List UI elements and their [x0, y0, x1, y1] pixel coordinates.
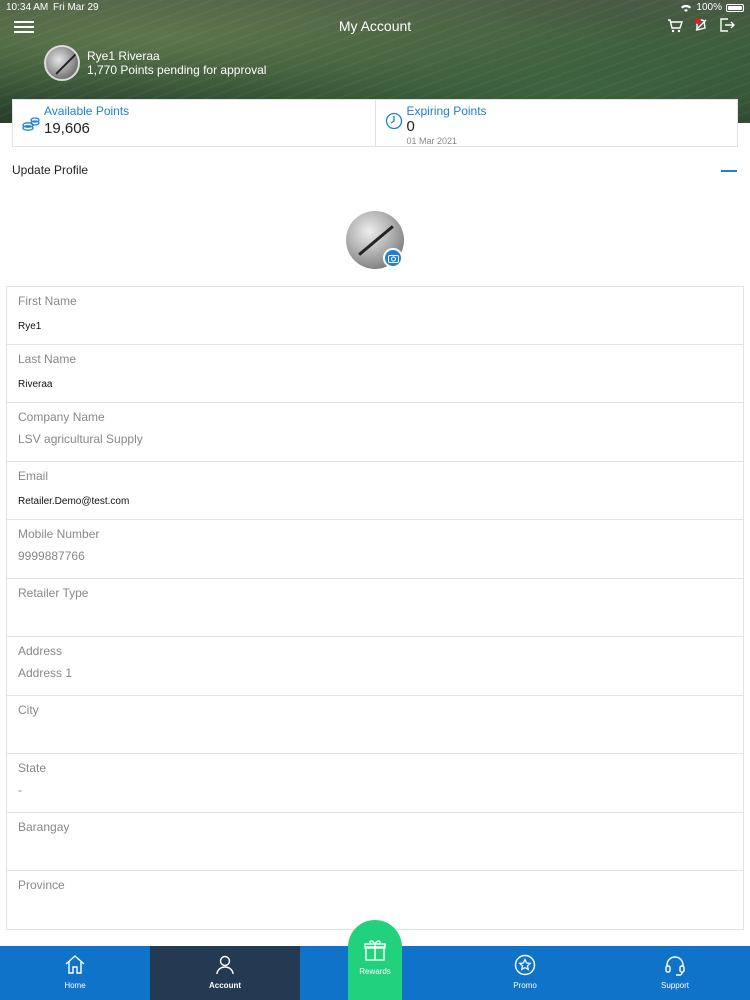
camera-button[interactable] — [383, 248, 403, 268]
section-title: Update Profile — [12, 163, 89, 177]
nav-label: Support — [660, 981, 690, 990]
headset-icon — [665, 956, 685, 976]
battery-percent: 100% — [696, 2, 722, 13]
pending-points-text: 1,770 Points pending for approval — [87, 63, 267, 77]
field-label: Mobile Number — [18, 527, 100, 541]
gift-icon — [364, 940, 386, 961]
first-name-input[interactable] — [18, 321, 718, 332]
mobile-number-value: 9999887766 — [18, 549, 85, 563]
available-points-label: Available Points — [44, 104, 130, 118]
retailer-type-field[interactable]: Retailer Type — [6, 578, 744, 637]
mobile-number-field: Mobile Number 9999887766 — [6, 520, 744, 579]
company-name-value: LSV agricultural Supply — [18, 432, 143, 446]
timer-icon — [385, 112, 402, 130]
profile-summary: Rye1 Riveraa 1,770 Points pending for ap… — [44, 45, 266, 81]
nav-rewards[interactable]: Rewards — [348, 920, 402, 1000]
wifi-icon — [681, 4, 692, 12]
user-icon — [216, 955, 234, 975]
status-time: 10:34 AM — [6, 2, 49, 13]
logout-icon[interactable] — [718, 16, 736, 34]
field-label: City — [18, 702, 39, 717]
collapse-button[interactable] — [721, 170, 737, 172]
home-icon — [65, 955, 85, 974]
nav-account[interactable]: Account — [150, 946, 300, 1000]
nav-promo[interactable]: Promo — [450, 946, 600, 1000]
email-input[interactable] — [18, 495, 718, 507]
available-points-value: 19,606 — [44, 120, 90, 137]
barangay-field[interactable]: Barangay — [6, 812, 744, 871]
field-label: First Name — [18, 294, 77, 308]
points-card: Available Points 19,606 Expiring Points … — [12, 99, 738, 147]
status-date: Fri Mar 29 — [53, 2, 99, 13]
avatar — [44, 45, 80, 81]
last-name-field: Last Name — [6, 344, 744, 403]
nav-support[interactable]: Support — [600, 946, 750, 1000]
field-label: Province — [18, 878, 65, 892]
profile-form: First Name Last Name Company Name LSV ag… — [6, 286, 744, 930]
star-badge-icon — [514, 954, 536, 976]
field-label: State — [18, 761, 47, 775]
nav-label: Promo — [513, 981, 537, 990]
first-name-field: First Name — [6, 286, 744, 345]
address-value: Address 1 — [18, 666, 73, 680]
field-label: Address — [18, 644, 63, 658]
profile-name: Rye1 Riveraa — [87, 49, 160, 63]
field-label: Retailer Type — [18, 585, 89, 600]
field-label: Company Name — [18, 410, 105, 424]
address-field: Address Address 1 — [6, 637, 744, 696]
state-value: - — [18, 783, 22, 797]
expiring-points: Expiring Points 0 01 Mar 2021 — [374, 100, 738, 146]
status-right: 100% — [680, 2, 744, 13]
battery-icon — [726, 3, 744, 12]
page-title: My Account — [338, 18, 412, 34]
available-points: Available Points 19,606 — [13, 100, 375, 146]
cart-icon[interactable] — [666, 16, 684, 34]
last-name-input[interactable] — [18, 378, 718, 390]
nav-label: Rewards — [359, 967, 391, 976]
coins-icon — [22, 117, 40, 131]
expiring-points-date: 01 Mar 2021 — [406, 136, 458, 146]
city-field[interactable]: City — [6, 695, 744, 754]
nav-label: Home — [64, 981, 86, 990]
field-label: Last Name — [18, 351, 77, 366]
header-actions — [666, 16, 736, 34]
nav-label: Account — [209, 981, 241, 990]
camera-icon — [387, 254, 399, 263]
email-field: Email — [6, 461, 744, 520]
status-bar: 10:34 AM Fri Mar 29 100% — [6, 2, 744, 16]
field-label: Email — [18, 468, 49, 483]
field-label: Barangay — [18, 819, 70, 834]
expiring-points-label: Expiring Points — [406, 104, 487, 118]
company-name-field: Company Name LSV agricultural Supply — [6, 403, 744, 462]
notification-icon[interactable] — [692, 16, 710, 34]
nav-home[interactable]: Home — [0, 946, 150, 1000]
expiring-points-value: 0 — [406, 118, 415, 135]
state-field[interactable]: State - — [6, 754, 744, 813]
